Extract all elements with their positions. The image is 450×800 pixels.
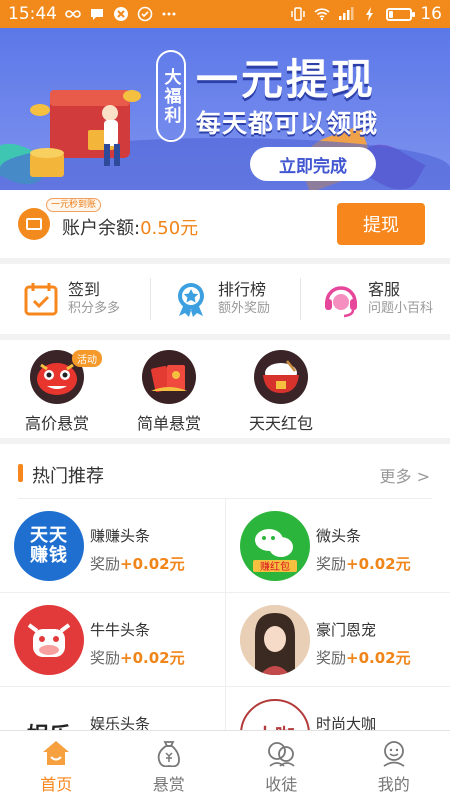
tab-home[interactable]: 首页 — [0, 731, 113, 800]
balance-label: 账户余额: — [62, 218, 141, 239]
withdraw-button[interactable]: 提现 — [337, 203, 425, 245]
profile-icon — [383, 741, 405, 767]
instant-arrival-tag: 一元秒到账 — [46, 198, 102, 212]
hot-recommend-section: 热门推荐 更多 > 天天赚钱 赚赚头条 奖励+0.02元 赚红包 微头条 奖励+… — [0, 444, 450, 730]
app-card-yule[interactable]: 娱乐 娱乐头条 — [0, 687, 225, 730]
charging-bolt-icon — [366, 7, 374, 21]
app-reward: 奖励+0.02元 — [90, 555, 185, 573]
wallet-icon — [18, 208, 50, 240]
promo-banner[interactable]: 大福利 一元提现 每天都可以领哦 立即完成 — [0, 28, 450, 190]
cow-logo-icon — [14, 605, 84, 675]
app-name: 赚赚头条 — [90, 527, 151, 545]
balance-value: 0.50元 — [140, 218, 199, 239]
app-card-niuniu[interactable]: 牛牛头条 奖励+0.02元 — [0, 593, 225, 687]
medal-badge-icon — [178, 283, 204, 317]
battery-level: 16 — [420, 4, 442, 24]
quick-title: 排行榜 — [218, 280, 267, 299]
app-logo: 天天赚钱 — [14, 511, 84, 581]
quick-actions: 签到 积分多多 排行榜 额外奖励 客服 问题小百科 — [0, 264, 450, 334]
app-card-zhuanzhuan[interactable]: 天天赚钱 赚赚头条 奖励+0.02元 — [0, 499, 225, 593]
section-title: 热门推荐 — [32, 466, 104, 487]
chat-bubble-icon — [91, 9, 103, 20]
app-card-shishang[interactable]: 大咖 时尚大咖 — [225, 687, 450, 730]
tab-reward[interactable]: 悬赏 — [113, 731, 226, 800]
tab-label: 收徒 — [265, 775, 298, 794]
app-reward: 奖励+0.02元 — [316, 649, 411, 667]
event-badge: 活动 — [72, 350, 102, 367]
task-label: 天天红包 — [248, 414, 313, 433]
wifi-icon — [314, 8, 330, 21]
vibrate-icon — [291, 7, 306, 21]
quick-title: 客服 — [368, 280, 401, 299]
banner-title: 一元提现 — [196, 55, 377, 104]
signal-icon — [339, 7, 354, 20]
app-name: 娱乐头条 — [90, 715, 151, 730]
app-name: 牛牛头条 — [90, 621, 151, 639]
task-simple-reward[interactable]: 简单悬赏 — [124, 350, 214, 434]
calendar-check-icon — [24, 283, 58, 316]
app-card-haomen[interactable]: 豪门恩宠 奖励+0.02元 — [225, 593, 450, 687]
task-high-reward[interactable]: 活动 高价悬赏 — [12, 350, 102, 434]
home-icon — [43, 741, 70, 765]
tab-label: 我的 — [377, 775, 410, 794]
task-label: 高价悬赏 — [24, 414, 89, 433]
task-label: 简单悬赏 — [136, 414, 201, 433]
tab-mine[interactable]: 我的 — [338, 731, 450, 800]
portrait-logo-icon — [240, 605, 310, 675]
quick-sub: 积分多多 — [68, 301, 121, 316]
battery-icon — [386, 7, 416, 21]
tab-label: 首页 — [40, 775, 73, 794]
task-daily-redpacket[interactable]: 天天红包 — [236, 350, 326, 434]
quick-item-service[interactable]: 客服 问题小百科 — [300, 264, 450, 334]
banner-subtitle: 每天都可以领哦 — [196, 109, 379, 138]
status-bar: 15:44 16 — [0, 0, 450, 28]
tab-apprentice[interactable]: 收徒 — [225, 731, 338, 800]
headset-icon — [325, 286, 357, 318]
balance-text: 账户余额:0.50元 — [62, 214, 198, 240]
app-card-weitoutiao[interactable]: 赚红包 微头条 奖励+0.02元 — [225, 499, 450, 593]
status-time: 15:44 — [8, 4, 57, 24]
quick-item-ranking[interactable]: 排行榜 额外奖励 — [150, 264, 300, 334]
more-dots-icon — [162, 12, 176, 16]
app-logo: 大咖 — [240, 699, 310, 730]
quick-sub: 问题小百科 — [368, 301, 434, 316]
bottom-nav: 首页 悬赏 收徒 我的 — [0, 730, 450, 800]
app-name: 时尚大咖 — [316, 715, 377, 730]
infinity-icon — [65, 10, 81, 18]
red-envelope-icon — [142, 350, 196, 404]
app-logo: 娱乐 — [14, 699, 84, 730]
svg-text:赚红包: 赚红包 — [260, 560, 290, 573]
complete-now-button[interactable]: 立即完成 — [250, 147, 376, 181]
quick-sub: 额外奖励 — [218, 301, 271, 316]
apprentice-icon — [268, 742, 295, 767]
quick-item-checkin[interactable]: 签到 积分多多 — [0, 264, 150, 334]
tab-label: 悬赏 — [152, 775, 185, 794]
quick-title: 签到 — [68, 280, 101, 299]
rice-bowl-icon — [254, 350, 308, 404]
section-header: 热门推荐 更多 > — [0, 444, 450, 498]
banner-tag: 大福利 — [156, 50, 186, 142]
task-categories: 活动 高价悬赏 简单悬赏 天天红包 — [0, 340, 450, 438]
app-swirl-icon — [114, 7, 128, 21]
treasure-chest-illustration — [30, 90, 141, 177]
more-link[interactable]: 更多 > — [380, 463, 431, 487]
money-bag-icon — [157, 741, 180, 767]
check-circle-icon — [137, 6, 153, 22]
app-reward: 奖励+0.02元 — [316, 555, 411, 573]
app-logo: 赚红包 — [240, 511, 310, 581]
app-name: 豪门恩宠 — [316, 621, 377, 639]
app-name: 微头条 — [316, 527, 362, 545]
app-reward: 奖励+0.02元 — [90, 649, 185, 667]
